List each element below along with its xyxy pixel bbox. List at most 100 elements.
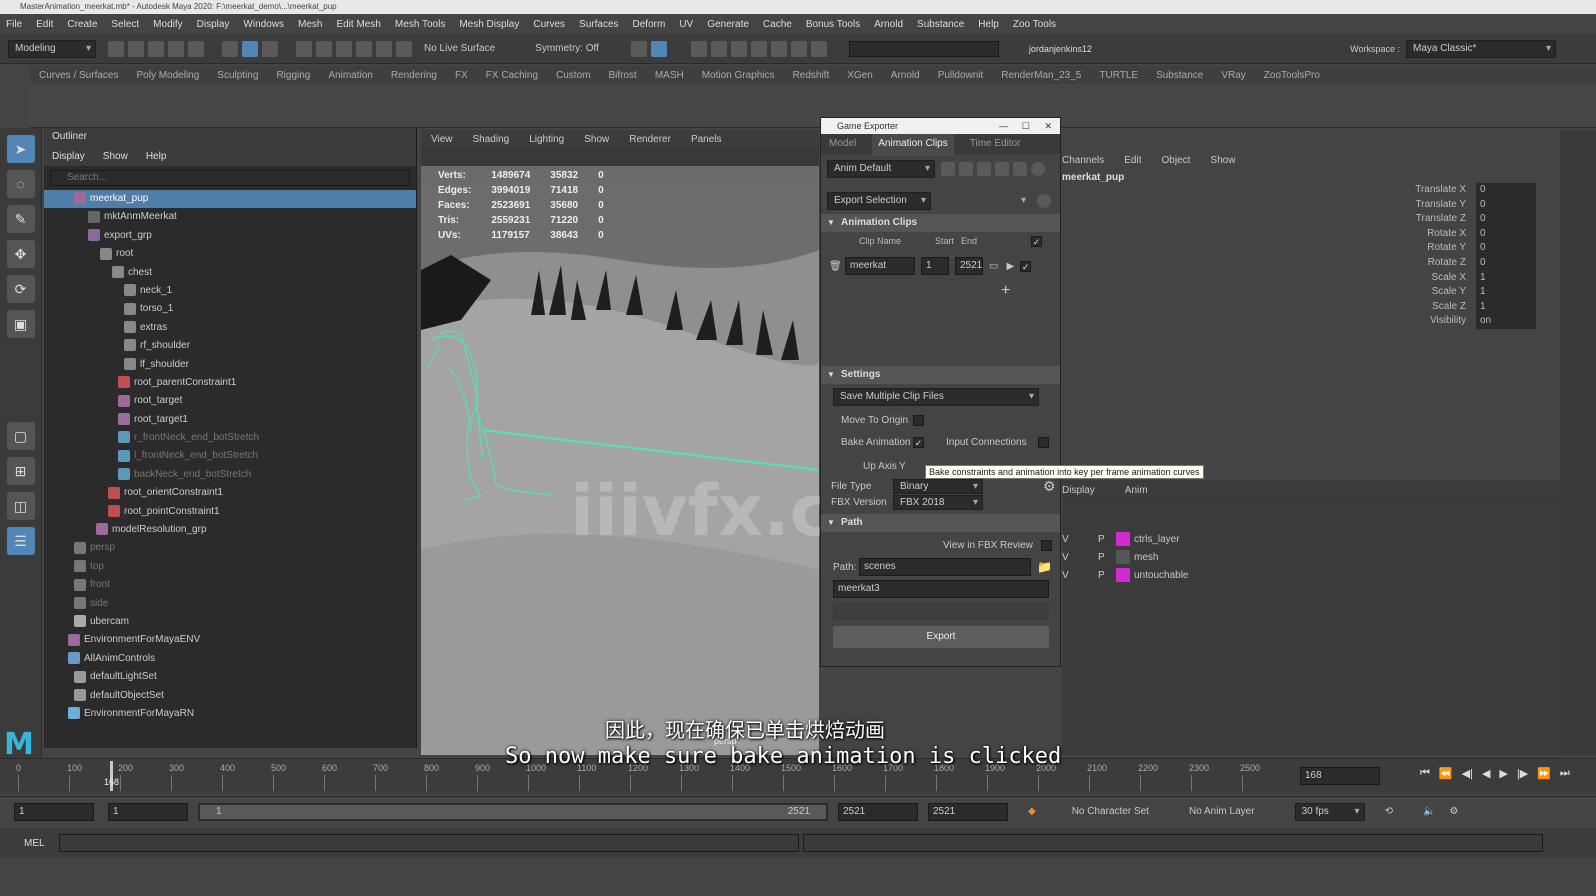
channel-box-menu-show[interactable]: Show	[1210, 155, 1235, 166]
shelf-tab[interactable]: ZooToolsPro	[1264, 70, 1320, 81]
outliner-item[interactable]: front	[44, 576, 416, 594]
play-forward-icon[interactable]: ▶	[1499, 767, 1507, 780]
step-forward-key-icon[interactable]: ⏩	[1537, 767, 1551, 780]
outliner-item[interactable]: backNeck_end_botStretch	[44, 466, 416, 484]
menu-item-edit[interactable]: Edit	[36, 19, 53, 30]
save-scene-icon[interactable]	[148, 40, 164, 57]
shelf-tab[interactable]: VRay	[1221, 70, 1245, 81]
current-frame-input[interactable]: 168	[1300, 767, 1380, 785]
outliner-item[interactable]: root_target1	[44, 411, 416, 429]
channel-attr-value[interactable]: 1	[1476, 285, 1536, 300]
auto-key-icon[interactable]: ◆	[1028, 806, 1036, 817]
clip-end-input[interactable]: 2521	[955, 257, 983, 275]
menu-item-file[interactable]: File	[6, 19, 22, 30]
outliner-menu-show[interactable]: Show	[103, 151, 128, 162]
outliner-item[interactable]: l_frontNeck_end_botStretch	[44, 447, 416, 465]
shelf-tab[interactable]: XGen	[847, 70, 873, 81]
outliner-layout-icon[interactable]: ☰	[6, 527, 35, 555]
channel-attr-row[interactable]: Translate Z 0	[1400, 212, 1550, 227]
outliner-item[interactable]: top	[44, 558, 416, 576]
outliner-item[interactable]: neck_1	[44, 282, 416, 300]
snap-curve-icon[interactable]	[316, 40, 332, 57]
scene-end-input[interactable]: 2521	[928, 802, 1008, 821]
anim-prefs-icon[interactable]: ⚙	[1449, 806, 1458, 817]
time-range-icon[interactable]: ▭	[989, 261, 998, 272]
trash-icon[interactable]	[1013, 162, 1027, 176]
layer-visibility-toggle[interactable]: V	[1062, 534, 1082, 545]
outliner-item[interactable]: torso_1	[44, 300, 416, 318]
layer-row[interactable]: V Pctrls_layer	[1062, 530, 1560, 548]
viewport-menu-lighting[interactable]: Lighting	[529, 134, 564, 145]
outliner-menu-help[interactable]: Help	[146, 151, 167, 162]
pause-render-icon[interactable]	[810, 40, 827, 57]
scale-tool-icon[interactable]: ▣	[6, 310, 35, 338]
settings-gear-icon[interactable]: ⚙	[1043, 478, 1056, 495]
layer-color-swatch[interactable]	[1116, 550, 1130, 564]
select-object-icon[interactable]	[242, 40, 258, 57]
outliner-item[interactable]: r_frontNeck_end_botStretch	[44, 429, 416, 447]
range-slider-handle[interactable]: 1 2521	[200, 804, 826, 819]
channel-attr-value[interactable]: on	[1476, 314, 1536, 329]
animation-clips-header[interactable]: Animation Clips	[821, 214, 1060, 232]
channel-attr-value[interactable]: 1	[1476, 270, 1536, 286]
input-connections-checkbox[interactable]	[1038, 436, 1049, 448]
render-settings-icon[interactable]	[690, 40, 707, 57]
menu-item-arnold[interactable]: Arnold	[874, 19, 903, 30]
viewport-menu-renderer[interactable]: Renderer	[629, 134, 671, 145]
menu-item-bonus-tools[interactable]: Bonus Tools	[806, 19, 860, 30]
menu-item-surfaces[interactable]: Surfaces	[579, 19, 618, 30]
game-exporter-titlebar[interactable]: Game Exporter — ☐ ✕	[821, 118, 1060, 134]
viewport-menu-panels[interactable]: Panels	[691, 134, 722, 145]
outliner-item[interactable]: extras	[44, 319, 416, 337]
tab-time-editor[interactable]: Time Editor	[970, 134, 1021, 154]
select-tool-icon[interactable]: ➤	[6, 135, 35, 163]
outliner-item[interactable]: EnvironmentForMayaRN	[44, 705, 416, 723]
layer-playback-toggle[interactable]: P	[1082, 534, 1116, 545]
menu-item-display[interactable]: Display	[197, 19, 230, 30]
render-frame-icon[interactable]	[630, 40, 647, 57]
render-sequence-icon[interactable]	[770, 40, 787, 57]
layer-row[interactable]: V Pmesh	[1062, 548, 1560, 566]
file-type-dropdown[interactable]: Binary	[893, 478, 983, 494]
snap-grid-icon[interactable]	[296, 40, 312, 57]
command-input[interactable]	[58, 834, 799, 852]
quick-command-input[interactable]	[848, 40, 999, 57]
close-icon[interactable]: ✕	[1044, 118, 1052, 134]
export-set-dropdown[interactable]	[935, 192, 1031, 210]
undo-icon[interactable]	[168, 40, 184, 57]
channel-attr-value[interactable]: 1	[1476, 299, 1536, 315]
minimize-icon[interactable]: —	[999, 118, 1008, 134]
rotate-tool-icon[interactable]: ⟳	[6, 275, 35, 303]
menu-item-curves[interactable]: Curves	[533, 19, 565, 30]
command-language-label[interactable]: MEL	[24, 838, 45, 849]
preset-edit-icon[interactable]	[959, 162, 973, 176]
menu-item-generate[interactable]: Generate	[707, 19, 749, 30]
layer-tab-anim[interactable]: Anim	[1125, 485, 1148, 496]
outliner-item[interactable]: defaultLightSet	[44, 668, 416, 686]
playback-start-input[interactable]: 1	[108, 802, 188, 821]
menu-item-create[interactable]: Create	[67, 19, 97, 30]
outliner-item[interactable]: root_target	[44, 392, 416, 410]
menu-item-mesh-tools[interactable]: Mesh Tools	[395, 19, 445, 30]
layer-visibility-toggle[interactable]: V	[1062, 552, 1082, 563]
select-component-icon[interactable]	[262, 40, 278, 57]
outliner-item[interactable]: root	[44, 245, 416, 263]
menu-item-mesh[interactable]: Mesh	[298, 19, 322, 30]
go-to-start-icon[interactable]: ⏮	[1420, 767, 1430, 780]
menu-set-dropdown[interactable]: Modeling	[8, 39, 96, 58]
snap-point-icon[interactable]	[336, 40, 352, 57]
channel-attr-value[interactable]: 0	[1476, 241, 1536, 256]
two-view-icon[interactable]: ◫	[6, 492, 35, 520]
channel-attr-row[interactable]: Rotate Y 0	[1400, 241, 1550, 256]
bake-animation-checkbox[interactable]: ✓	[913, 436, 924, 448]
folder-icon[interactable]	[977, 162, 991, 176]
range-slider[interactable]: 1 2521	[198, 802, 828, 821]
layer-playback-toggle[interactable]: P	[1082, 552, 1116, 563]
arnold-render-icon[interactable]	[750, 40, 767, 57]
view-fbx-review-checkbox[interactable]	[1041, 539, 1052, 551]
channel-attr-value[interactable]: 0	[1476, 197, 1536, 213]
ipr-render-icon[interactable]	[650, 40, 667, 57]
outliner-item[interactable]: export_grp	[44, 227, 416, 245]
menu-item-help[interactable]: Help	[978, 19, 999, 30]
channel-attr-row[interactable]: Rotate X 0	[1400, 226, 1550, 242]
